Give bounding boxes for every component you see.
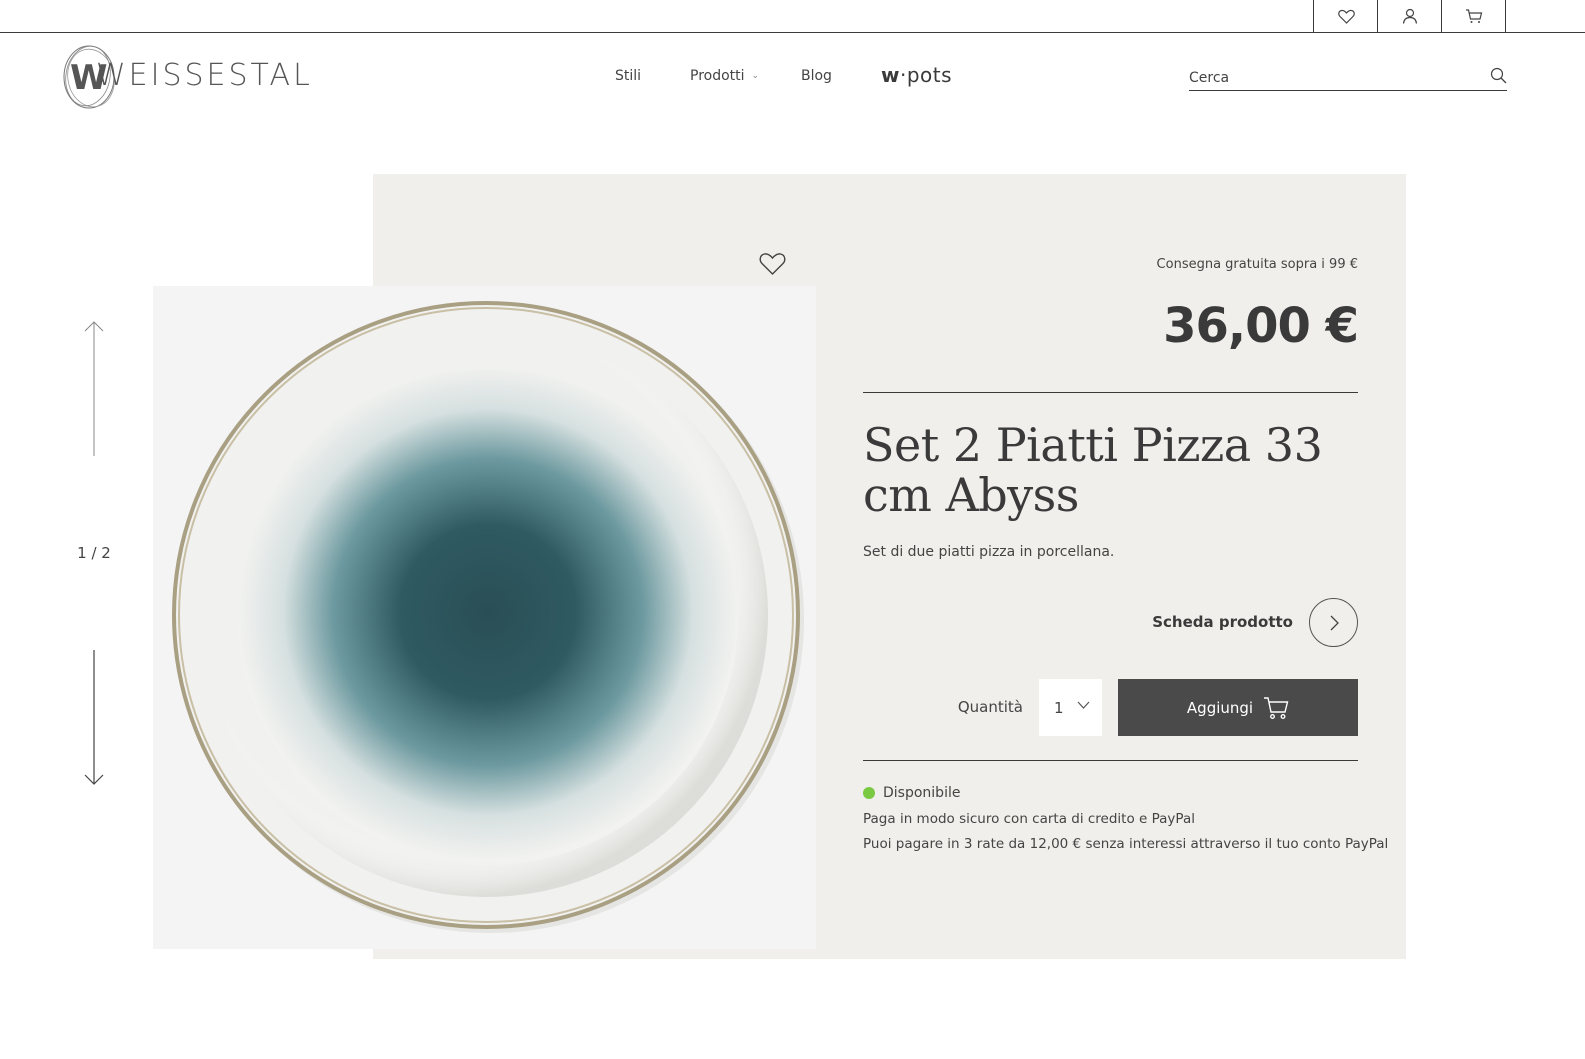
arrow-up-icon[interactable] xyxy=(84,320,104,457)
user-icon xyxy=(1402,8,1418,24)
add-to-cart-label: Aggiungi xyxy=(1186,698,1254,717)
wpots-suffix: pots xyxy=(906,63,953,87)
search-input[interactable] xyxy=(1189,68,1469,88)
status-dot-icon xyxy=(863,787,875,799)
nav-item-prodotti-label: Prodotti xyxy=(690,68,745,84)
chevron-right-icon xyxy=(1330,615,1339,630)
payment-info-line1: Paga in modo sicuro con carta di credito… xyxy=(863,811,1195,827)
account-button[interactable] xyxy=(1377,0,1442,32)
payment-info-line2: Puoi pagare in 3 rate da 12,00 € senza i… xyxy=(863,836,1389,852)
search-icon[interactable] xyxy=(1490,67,1507,84)
add-to-cart-button[interactable]: Aggiungi xyxy=(1118,679,1358,736)
product-title: Set 2 Piatti Pizza 33 cm Abyss xyxy=(863,418,1323,522)
cart-button[interactable] xyxy=(1441,0,1506,32)
chevron-down-icon xyxy=(1077,701,1090,709)
chevron-down-icon: ⌄ xyxy=(751,71,760,81)
wpots-prefix: w xyxy=(881,63,900,87)
favorite-heart-icon[interactable] xyxy=(759,252,786,276)
nav-item-blog[interactable]: Blog xyxy=(801,68,832,84)
wishlist-button[interactable] xyxy=(1313,0,1378,32)
heart-icon xyxy=(1337,9,1355,24)
delivery-note: Consegna gratuita sopra i 99 € xyxy=(1156,257,1358,272)
plate-image xyxy=(153,286,816,949)
divider xyxy=(863,760,1358,761)
quantity-label: Quantità xyxy=(957,698,1023,716)
product-image[interactable] xyxy=(153,286,816,949)
quantity-value: 1 xyxy=(1054,698,1064,717)
quantity-select[interactable]: 1 xyxy=(1039,679,1102,736)
arrow-down-icon[interactable] xyxy=(84,650,104,787)
gallery-counter: 1 / 2 xyxy=(77,544,111,562)
availability-status: Disponibile xyxy=(863,785,960,801)
cart-icon xyxy=(1465,8,1482,23)
divider xyxy=(863,392,1358,393)
cart-icon xyxy=(1264,696,1289,719)
product-sheet-link[interactable]: Scheda prodotto xyxy=(1152,613,1293,631)
product-subtitle: Set di due piatti pizza in porcellana. xyxy=(863,544,1115,560)
nav-item-stili[interactable]: Stili xyxy=(615,68,641,84)
product-price: 36,00 € xyxy=(1163,298,1359,354)
brand-name: WEISSESTAL xyxy=(96,58,313,93)
search-bar xyxy=(1189,64,1507,91)
product-sheet-button[interactable] xyxy=(1309,598,1358,647)
wpots-logo-link[interactable]: w·pots xyxy=(881,63,952,87)
top-utility-bar xyxy=(0,0,1585,33)
brand-logo[interactable]: W WEISSESTAL xyxy=(62,44,310,110)
nav-item-prodotti[interactable]: Prodotti ⌄ xyxy=(690,68,759,84)
availability-label: Disponibile xyxy=(883,785,961,801)
